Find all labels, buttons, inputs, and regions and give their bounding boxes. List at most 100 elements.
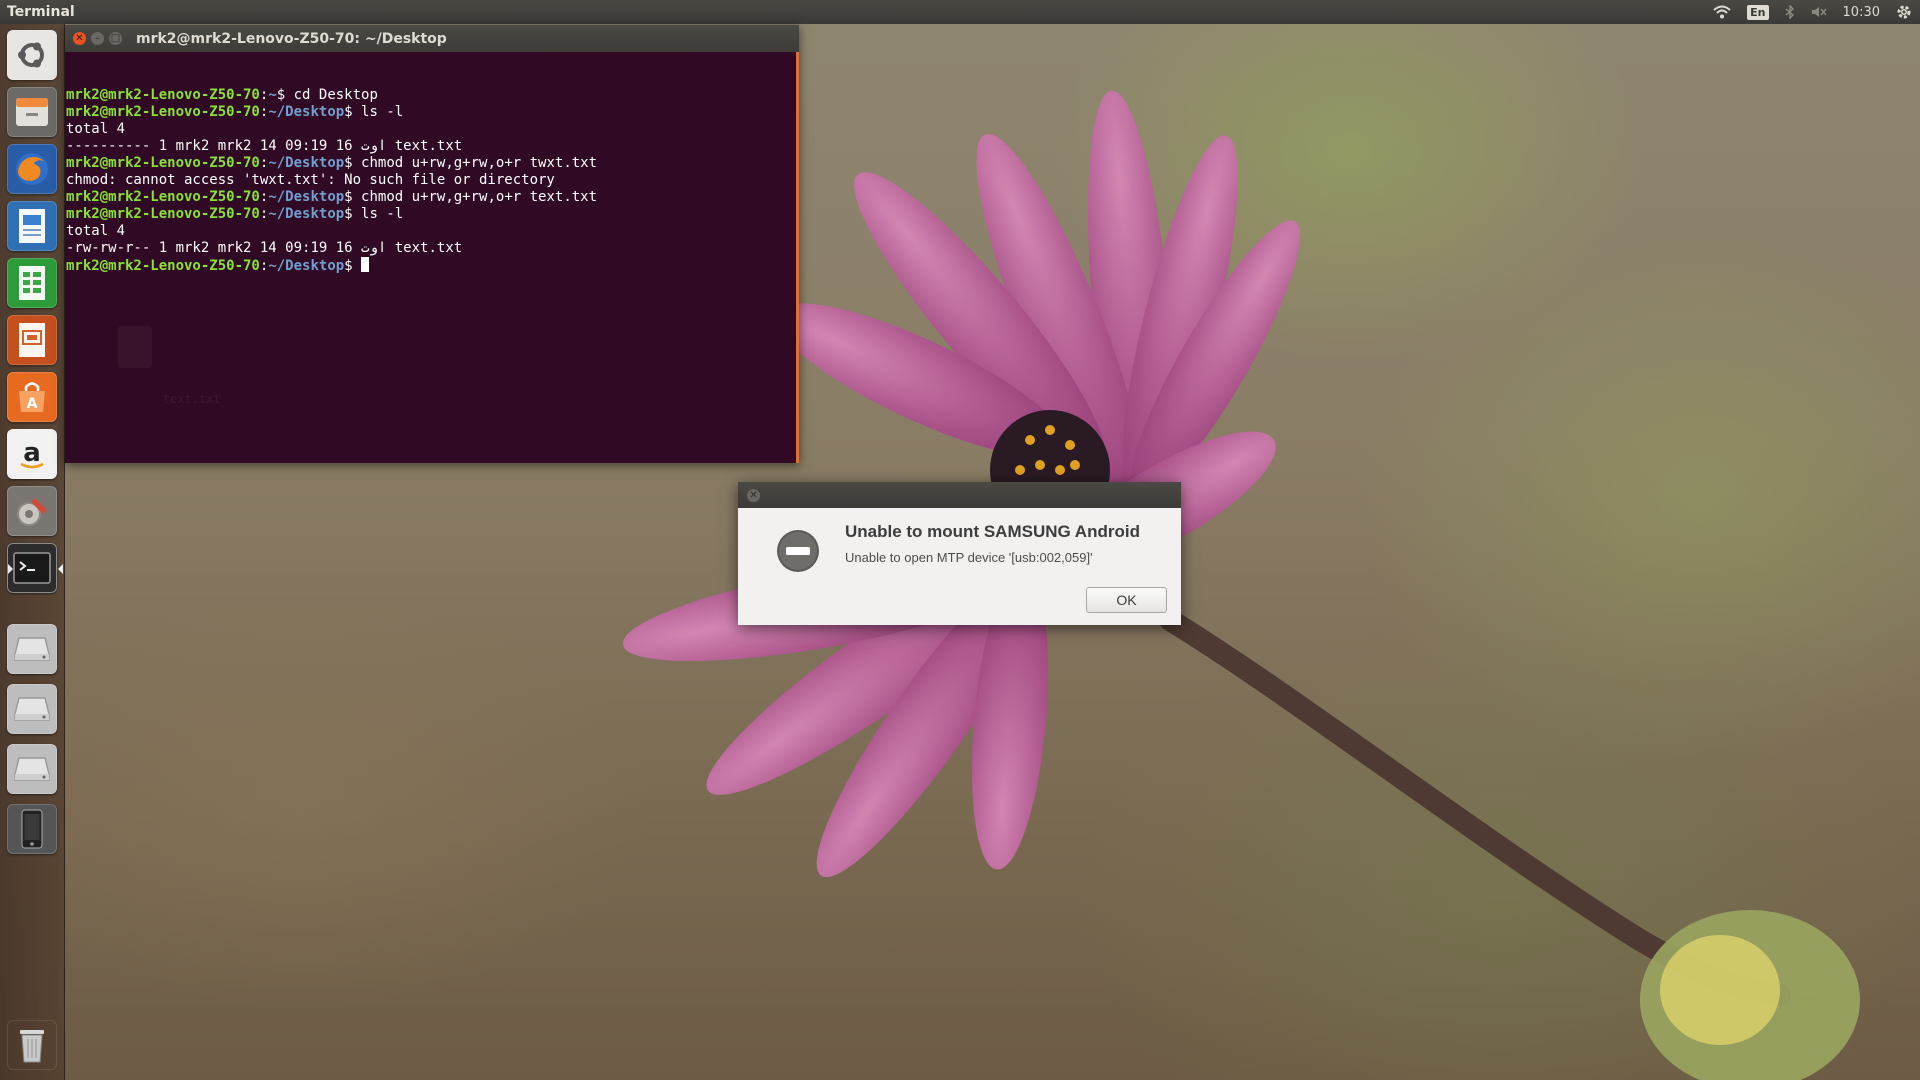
launcher-drive-3[interactable] [7,744,57,794]
terminal-cursor [361,257,370,272]
volume-muted-icon[interactable] [1811,6,1827,18]
prompt-user-host: mrk2@mrk2-Lenovo-Z50-70 [66,87,260,103]
dialog-heading: Unable to mount SAMSUNG Android [845,522,1140,541]
firefox-icon [13,150,51,188]
prompt-path: ~/Desktop [268,258,345,274]
dialog-titlebar[interactable]: ✕ [738,482,1181,508]
prompt-user-host: mrk2@mrk2-Lenovo-Z50-70 [66,189,260,205]
command-text: ls -l [361,104,404,120]
launcher-impress[interactable] [7,315,57,365]
prompt-symbol: $ [344,258,362,274]
launcher-drive-1[interactable] [7,624,57,674]
hard-drive-icon [13,694,51,724]
launcher-writer[interactable] [7,201,57,251]
terminal-title: mrk2@mrk2-Lenovo-Z50-70: ~/Desktop [136,30,447,47]
terminal-line: mrk2@mrk2-Lenovo-Z50-70:~/Desktop$ chmod… [66,155,796,172]
launcher-system-settings[interactable] [7,486,57,536]
terminal-line: mrk2@mrk2-Lenovo-Z50-70:~/Desktop$ chmod… [66,189,796,206]
maximize-window-button[interactable]: □ [109,32,122,45]
launcher-software-center[interactable]: A [7,372,57,422]
top-panel: Terminal En 10:30 [0,0,1920,24]
command-text: chmod u+rw,g+rw,o+r text.txt [361,189,598,205]
writer-doc-icon [16,207,48,245]
terminal-line: total 4 [66,223,796,240]
terminal-output[interactable]: mrk2@mrk2-Lenovo-Z50-70:~$ cd Desktop mrk… [65,52,799,463]
prompt-user-host: mrk2@mrk2-Lenovo-Z50-70 [66,206,260,222]
terminal-lines: mrk2@mrk2-Lenovo-Z50-70:~$ cd Desktop mrk… [66,87,796,274]
amazon-a-icon: a [15,437,49,471]
prompt-path: ~ [268,87,277,103]
prompt-path: ~/Desktop [268,155,345,171]
svg-text:A: A [27,396,38,412]
prompt-user-host: mrk2@mrk2-Lenovo-Z50-70 [66,104,260,120]
prompt-symbol: $ [276,87,294,103]
hard-drive-icon [13,634,51,664]
launcher-amazon[interactable]: a [7,429,57,479]
launcher-trash[interactable] [7,1020,57,1070]
trash-icon [16,1026,48,1064]
command-text: chmod u+rw,g+rw,o+r twxt.txt [361,155,598,171]
desktop-file-label: text.txt [162,392,221,406]
launcher-files[interactable] [7,87,57,137]
command-text: cd Desktop [293,87,378,103]
svg-text:a: a [23,438,41,468]
launcher-drive-2[interactable] [7,684,57,734]
ok-button[interactable]: OK [1086,587,1167,613]
terminal-line: -rw-rw-r-- 1 mrk2 mrk2 14 ‎اوت 16 09:19 … [66,240,796,257]
prompt-path: ~/Desktop [268,189,345,205]
hard-drive-icon [13,754,51,784]
output-text: chmod: cannot access 'twxt.txt': No such… [66,172,555,188]
output-text: -rw-rw-r-- 1 mrk2 mrk2 14 ‎اوت 16 09:19 … [66,240,463,256]
terminal-line: mrk2@mrk2-Lenovo-Z50-70:~/Desktop$ [66,257,796,274]
prompt-user-host: mrk2@mrk2-Lenovo-Z50-70 [66,155,260,171]
active-app-name: Terminal [7,4,75,20]
terminal-window[interactable]: ✕ – □ mrk2@mrk2-Lenovo-Z50-70: ~/Desktop… [65,25,799,463]
calc-sheet-icon [16,264,48,302]
prompt-symbol: $ [344,104,362,120]
keyboard-layout-indicator[interactable]: En [1747,4,1769,20]
wifi-icon[interactable] [1713,5,1731,19]
error-minus-icon [776,529,820,577]
output-text: total 4 [66,223,126,239]
prompt-symbol: $ [344,206,362,222]
focused-indicator [58,564,63,574]
prompt-symbol: $ [344,155,362,171]
output-text: total 4 [66,121,126,137]
impress-slide-icon [16,321,48,359]
running-indicator [8,564,13,574]
mount-error-dialog[interactable]: ✕ Unable to mount SAMSUNG Android Unable… [738,482,1181,625]
settings-gear-icon[interactable] [1896,4,1912,20]
software-center-bag-icon: A [15,379,49,415]
command-text: ls -l [361,206,404,222]
minimize-window-button[interactable]: – [91,32,104,45]
desktop-background: Terminal En 10:30 A a ✕ – □ mrk2@mrk2-Le… [0,0,1920,1080]
terminal-icon [13,552,51,584]
ubuntu-logo-icon [15,38,49,72]
terminal-line: total 4 [66,121,796,138]
launcher-android-device[interactable] [7,804,57,854]
close-icon: ✕ [75,32,84,44]
launcher-terminal[interactable] [7,543,63,593]
terminal-line: chmod: cannot access 'twxt.txt': No such… [66,172,796,189]
clock[interactable]: 10:30 [1843,5,1880,20]
terminal-line: ---------- 1 mrk2 mrk2 14 ‎اوت 16 09:19 … [66,138,796,155]
maximize-icon: □ [110,32,121,44]
file-cabinet-icon [14,95,50,129]
text-file-icon [118,326,152,368]
launcher: A a [0,24,65,1080]
close-icon: ✕ [749,490,758,501]
dialog-message: Unable to open MTP device '[usb:002,059]… [845,550,1093,565]
prompt-user-host: mrk2@mrk2-Lenovo-Z50-70 [66,258,260,274]
launcher-dash-home[interactable] [7,30,57,80]
terminal-line: mrk2@mrk2-Lenovo-Z50-70:~$ cd Desktop [66,87,796,104]
close-window-button[interactable]: ✕ [73,32,86,45]
desktop-file-text-txt: text.txt [105,292,221,425]
minimize-icon: – [95,32,100,44]
bluetooth-icon[interactable] [1785,5,1795,19]
launcher-firefox[interactable] [7,144,57,194]
keyboard-layout-label: En [1747,4,1769,20]
output-text: ---------- 1 mrk2 mrk2 14 ‎اوت 16 09:19 … [66,138,463,154]
terminal-titlebar[interactable]: ✕ – □ mrk2@mrk2-Lenovo-Z50-70: ~/Desktop [65,25,799,52]
dialog-close-button[interactable]: ✕ [747,489,760,502]
launcher-calc[interactable] [7,258,57,308]
